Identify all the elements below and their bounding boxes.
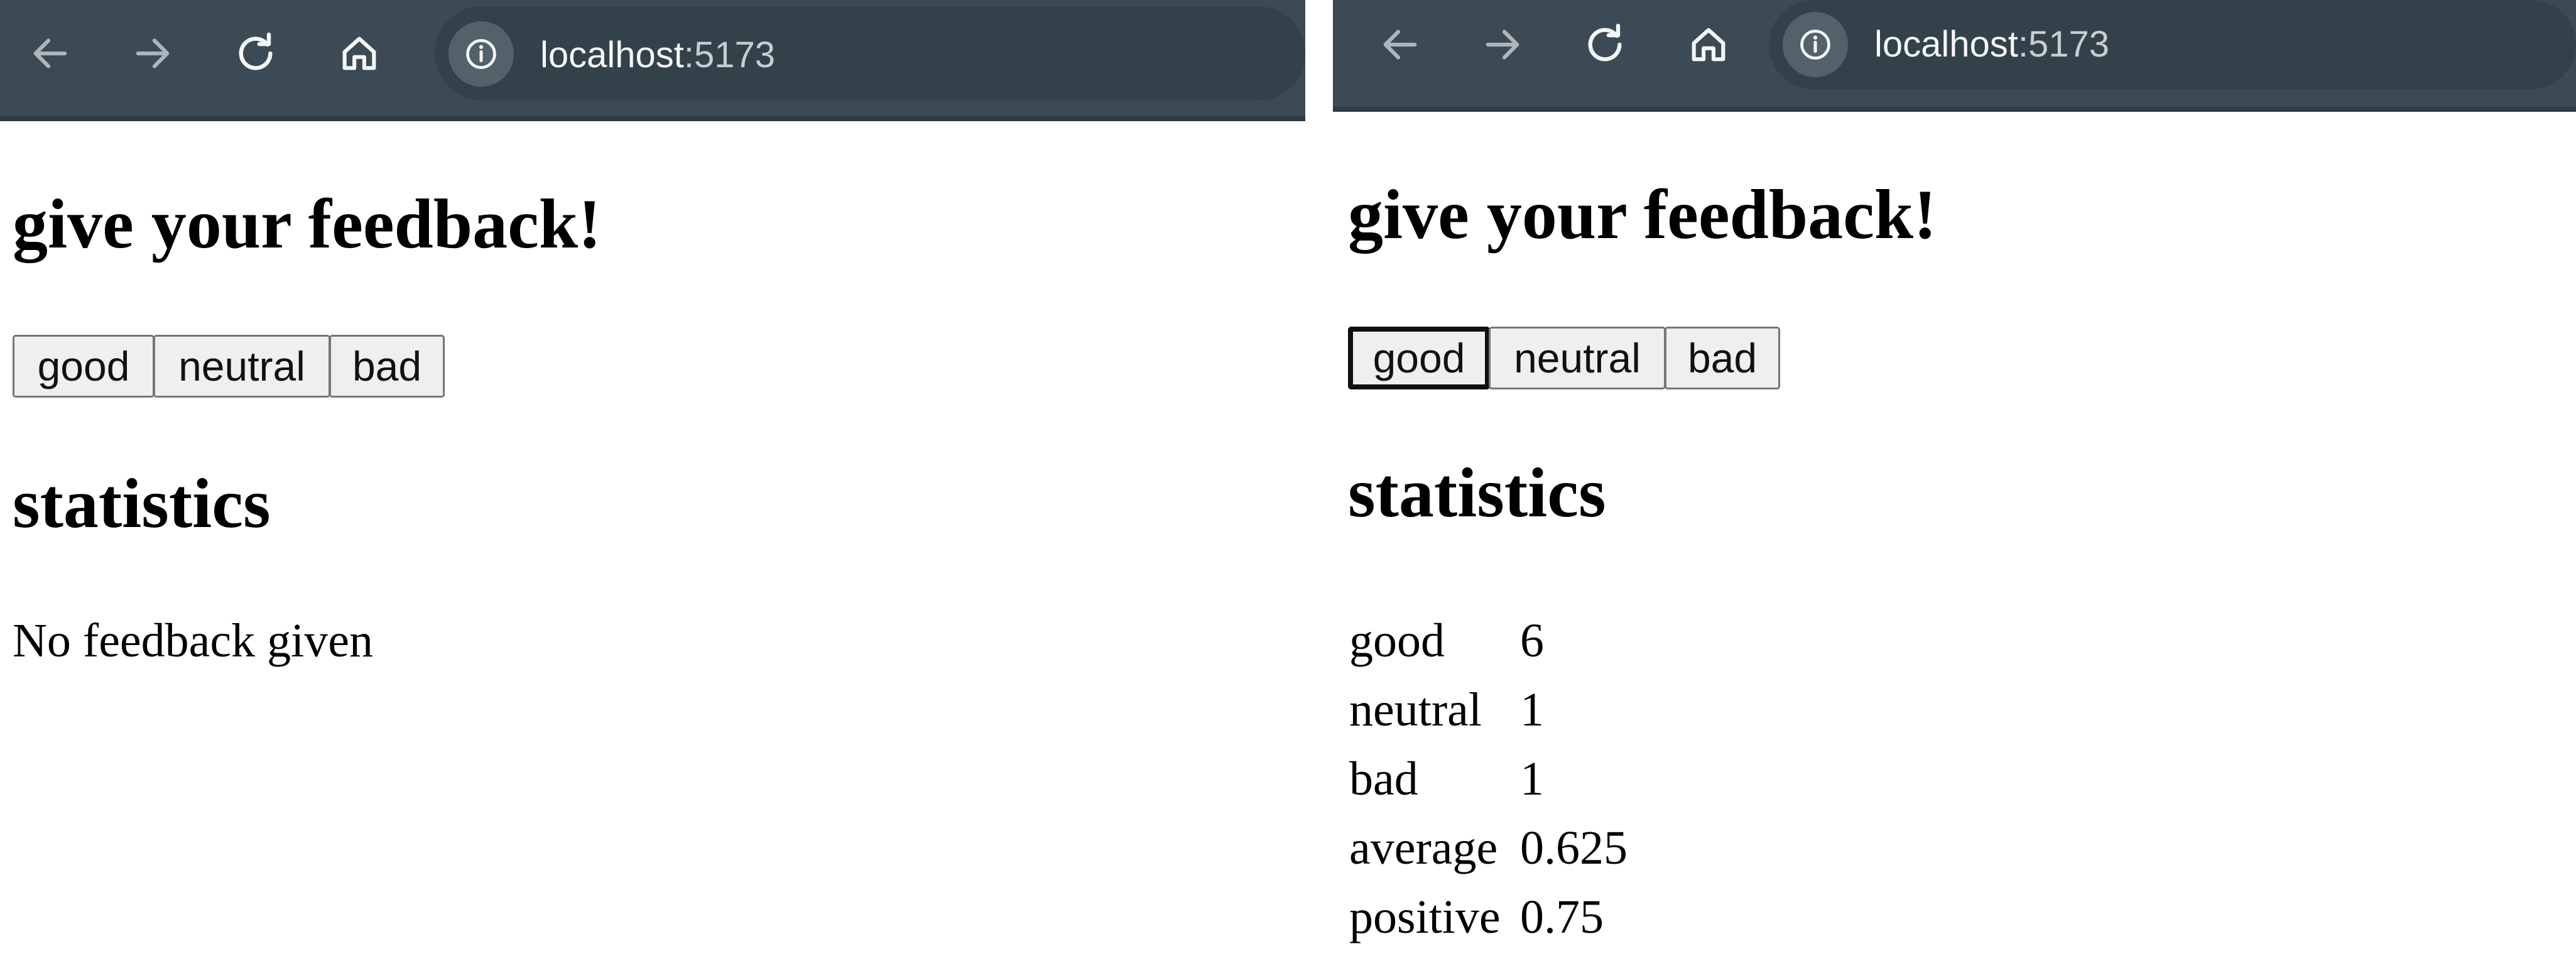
url-host: localhost: [1874, 24, 2018, 65]
arrow-right-icon[interactable]: [131, 31, 175, 75]
reload-icon[interactable]: [234, 31, 278, 75]
statistics-heading: statistics: [1348, 454, 1606, 532]
browser-window-empty-state: localhost:5173 give your feedback! good …: [0, 0, 1305, 978]
comparison-screenshot: localhost:5173 give your feedback! good …: [0, 0, 2576, 978]
stat-value: 0.75: [1520, 891, 1604, 943]
arrow-left-icon[interactable]: [28, 31, 72, 75]
neutral-button[interactable]: neutral: [1489, 327, 1666, 389]
stat-row-good: good 6: [1349, 606, 1739, 675]
address-bar[interactable]: localhost:5173: [435, 6, 1305, 101]
no-feedback-message: No feedback given: [13, 614, 373, 667]
url-text[interactable]: localhost:5173: [540, 33, 775, 77]
site-info-button[interactable]: [1783, 12, 1848, 77]
site-info-button[interactable]: [448, 21, 514, 87]
stat-row-average: average 0.625: [1349, 813, 1739, 883]
arrow-left-icon[interactable]: [1378, 23, 1422, 67]
address-bar[interactable]: localhost:5173: [1769, 0, 2576, 89]
url-port: :5173: [2018, 24, 2110, 65]
reload-icon[interactable]: [1583, 23, 1627, 67]
bad-button[interactable]: bad: [1665, 327, 1780, 389]
browser-toolbar: localhost:5173: [1333, 0, 2576, 112]
stat-row-positive: positive 0.75: [1349, 883, 1739, 952]
stat-label: positive: [1349, 891, 1501, 943]
browser-window-statistics-state: localhost:5173 give your feedback! good …: [1333, 0, 2576, 978]
url-port: :5173: [683, 35, 776, 75]
url-text[interactable]: localhost:5173: [1874, 23, 2109, 67]
feedback-heading: give your feedback!: [13, 185, 602, 263]
info-icon: [464, 36, 499, 72]
stat-label: neutral: [1349, 683, 1482, 736]
arrow-right-icon[interactable]: [1481, 23, 1524, 67]
stat-value: 6: [1520, 614, 1544, 667]
info-icon: [1798, 27, 1833, 62]
stat-label: average: [1349, 822, 1498, 874]
stat-label: bad: [1349, 753, 1418, 805]
statistics-table: good 6 neutral 1 bad 1 average 0.625 pos…: [1349, 606, 1739, 952]
stat-value: 0.625: [1520, 822, 1628, 874]
good-button[interactable]: good: [13, 335, 155, 398]
stat-label: good: [1349, 614, 1445, 667]
browser-toolbar: localhost:5173: [0, 0, 1305, 121]
home-icon[interactable]: [337, 31, 381, 75]
statistics-heading: statistics: [13, 465, 271, 543]
url-host: localhost: [540, 35, 684, 75]
stat-value: 1: [1520, 753, 1544, 805]
home-icon[interactable]: [1687, 23, 1731, 67]
stat-value: 1: [1520, 683, 1544, 736]
neutral-button[interactable]: neutral: [153, 335, 330, 398]
stat-row-neutral: neutral 1: [1349, 675, 1739, 744]
stat-row-bad: bad 1: [1349, 744, 1739, 813]
good-button[interactable]: good: [1348, 327, 1490, 389]
bad-button[interactable]: bad: [329, 335, 445, 398]
feedback-heading: give your feedback!: [1348, 176, 1937, 254]
